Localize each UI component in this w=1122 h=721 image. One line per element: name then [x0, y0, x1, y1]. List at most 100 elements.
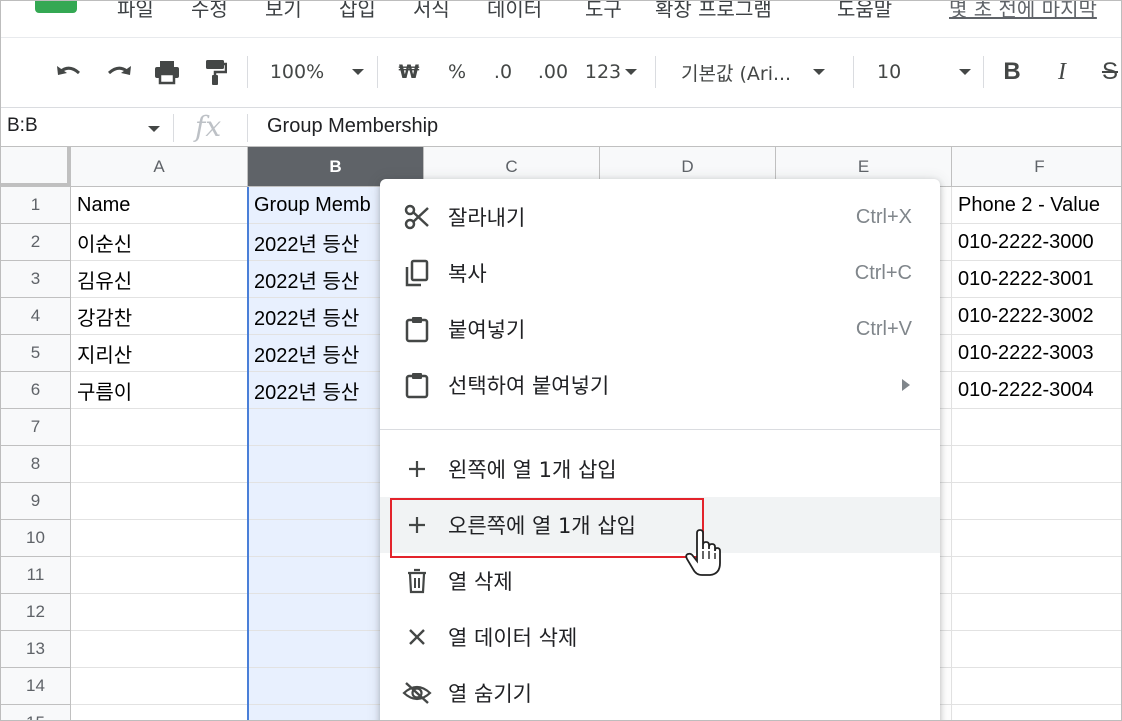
cell-f[interactable] [952, 557, 1121, 594]
row-header[interactable]: 10 [1, 520, 71, 557]
row-header[interactable]: 2 [1, 224, 71, 261]
row-header[interactable]: 8 [1, 446, 71, 483]
row-header[interactable]: 9 [1, 483, 71, 520]
row-header[interactable]: 15 [1, 705, 71, 720]
menu-item-insert-column-left[interactable]: 왼쪽에 열 1개 삽입 [380, 441, 940, 497]
paint-format-icon[interactable] [199, 52, 231, 92]
row-header[interactable]: 4 [1, 298, 71, 335]
chevron-down-icon[interactable] [148, 126, 160, 132]
font-size-select[interactable]: 10 [877, 52, 971, 92]
toolbar-divider [655, 56, 656, 88]
increase-decimal-button[interactable]: .00 [533, 52, 573, 92]
row-header[interactable]: 12 [1, 594, 71, 631]
menu-item-label: 열 삭제 [448, 570, 513, 594]
screenshot-frame: 파일 수정 보기 삽입 서식 데이터 도구 확장 프로그램 도움말 몇 초 전에… [0, 0, 1122, 721]
row-header[interactable]: 1 [1, 187, 71, 224]
menu-data[interactable]: 데이터 [487, 1, 542, 22]
cell-a[interactable]: Name [71, 187, 248, 224]
print-icon[interactable] [151, 52, 183, 92]
redo-icon[interactable] [103, 52, 135, 92]
cell-f[interactable]: 010-2222-3004 [952, 372, 1121, 409]
context-menu: 잘라내기 Ctrl+X 복사 Ctrl+C 붙여넣기 Ctrl+V 선택하여 붙… [380, 179, 940, 720]
menu-item-clear-column[interactable]: 열 데이터 삭제 [380, 609, 940, 665]
menu-bar: 파일 수정 보기 삽입 서식 데이터 도구 확장 프로그램 도움말 몇 초 전에… [1, 1, 1121, 37]
chevron-down-icon [813, 69, 826, 75]
cell-a[interactable] [71, 446, 248, 483]
row-header[interactable]: 14 [1, 668, 71, 705]
column-header-f[interactable]: F [952, 147, 1121, 187]
menu-item-paste-special[interactable]: 선택하여 붙여넣기 [380, 357, 940, 413]
cell-f[interactable] [952, 668, 1121, 705]
cell-a[interactable] [71, 631, 248, 668]
menu-help[interactable]: 도움말 [837, 1, 892, 22]
submenu-arrow-icon [902, 379, 910, 391]
cell-f[interactable]: Phone 2 - Value [952, 187, 1121, 224]
decrease-decimal-button[interactable]: .0 [485, 52, 521, 92]
cell-a[interactable] [71, 594, 248, 631]
cell-a[interactable]: 지리산 [71, 335, 248, 372]
cell-a[interactable]: 김유신 [71, 261, 248, 298]
menu-item-insert-column-right[interactable]: 오른쪽에 열 1개 삽입 [380, 497, 940, 553]
bold-icon[interactable]: B [997, 52, 1027, 92]
cell-f[interactable]: 010-2222-3002 [952, 298, 1121, 335]
last-edit-link[interactable]: 몇 초 전에 마지막 [949, 1, 1097, 22]
menu-item-copy[interactable]: 복사 Ctrl+C [380, 245, 940, 301]
menu-item-label: 열 데이터 삭제 [448, 626, 578, 650]
row-header[interactable]: 11 [1, 557, 71, 594]
cell-a[interactable]: 강감찬 [71, 298, 248, 335]
plus-icon [402, 454, 432, 484]
menu-item-cut[interactable]: 잘라내기 Ctrl+X [380, 189, 940, 245]
menu-item-paste[interactable]: 붙여넣기 Ctrl+V [380, 301, 940, 357]
cell-a[interactable] [71, 705, 248, 720]
menu-tools[interactable]: 도구 [585, 1, 622, 22]
cell-a[interactable] [71, 409, 248, 446]
zoom-select[interactable]: 100% [265, 52, 369, 92]
row-header[interactable]: 13 [1, 631, 71, 668]
cell-a[interactable] [71, 483, 248, 520]
undo-icon[interactable] [53, 52, 85, 92]
cell-a[interactable] [71, 520, 248, 557]
strikethrough-icon[interactable]: S [1095, 52, 1121, 92]
menu-item-delete-column[interactable]: 열 삭제 [380, 553, 940, 609]
font-family-select[interactable]: 기본값 (Ari... [681, 52, 837, 92]
fx-icon: fx [195, 110, 222, 143]
cell-f[interactable]: 010-2222-3000 [952, 224, 1121, 261]
menu-file[interactable]: 파일 [117, 1, 154, 22]
cell-f[interactable]: 010-2222-3001 [952, 261, 1121, 298]
cell-f[interactable] [952, 705, 1121, 720]
menu-view[interactable]: 보기 [265, 1, 302, 22]
menu-edit[interactable]: 수정 [191, 1, 228, 22]
column-header-a[interactable]: A [71, 147, 248, 187]
row-header[interactable]: 7 [1, 409, 71, 446]
cell-f[interactable] [952, 520, 1121, 557]
menu-format[interactable]: 서식 [413, 1, 450, 22]
menu-item-hide-column[interactable]: 열 숨기기 [380, 665, 940, 720]
currency-format-button[interactable]: ₩ [395, 52, 423, 92]
menu-insert[interactable]: 삽입 [339, 1, 376, 22]
row-header[interactable]: 3 [1, 261, 71, 298]
cell-f[interactable] [952, 631, 1121, 668]
name-box[interactable]: B:B [7, 115, 38, 137]
cell-f[interactable] [952, 594, 1121, 631]
cell-a[interactable]: 이순신 [71, 224, 248, 261]
chevron-down-icon [625, 69, 638, 75]
cell-a[interactable] [71, 668, 248, 705]
menu-extensions[interactable]: 확장 프로그램 [655, 1, 772, 22]
cell-f[interactable]: 010-2222-3003 [952, 335, 1121, 372]
cell-f[interactable] [952, 446, 1121, 483]
cell-f[interactable] [952, 483, 1121, 520]
cell-a[interactable] [71, 557, 248, 594]
row-header[interactable]: 5 [1, 335, 71, 372]
cell-a[interactable]: 구름이 [71, 372, 248, 409]
cell-f[interactable] [952, 409, 1121, 446]
row-header[interactable]: 6 [1, 372, 71, 409]
more-formats-button[interactable]: 123 [583, 52, 639, 92]
formula-input[interactable]: Group Membership [267, 115, 438, 138]
menu-item-label: 왼쪽에 열 1개 삽입 [448, 458, 617, 482]
close-icon [402, 622, 432, 652]
sheets-logo-icon[interactable] [35, 1, 77, 13]
shortcut-label: Ctrl+C [854, 261, 912, 284]
select-all-corner[interactable] [1, 147, 71, 187]
percent-format-button[interactable]: % [443, 52, 471, 92]
italic-icon[interactable]: I [1047, 52, 1077, 92]
